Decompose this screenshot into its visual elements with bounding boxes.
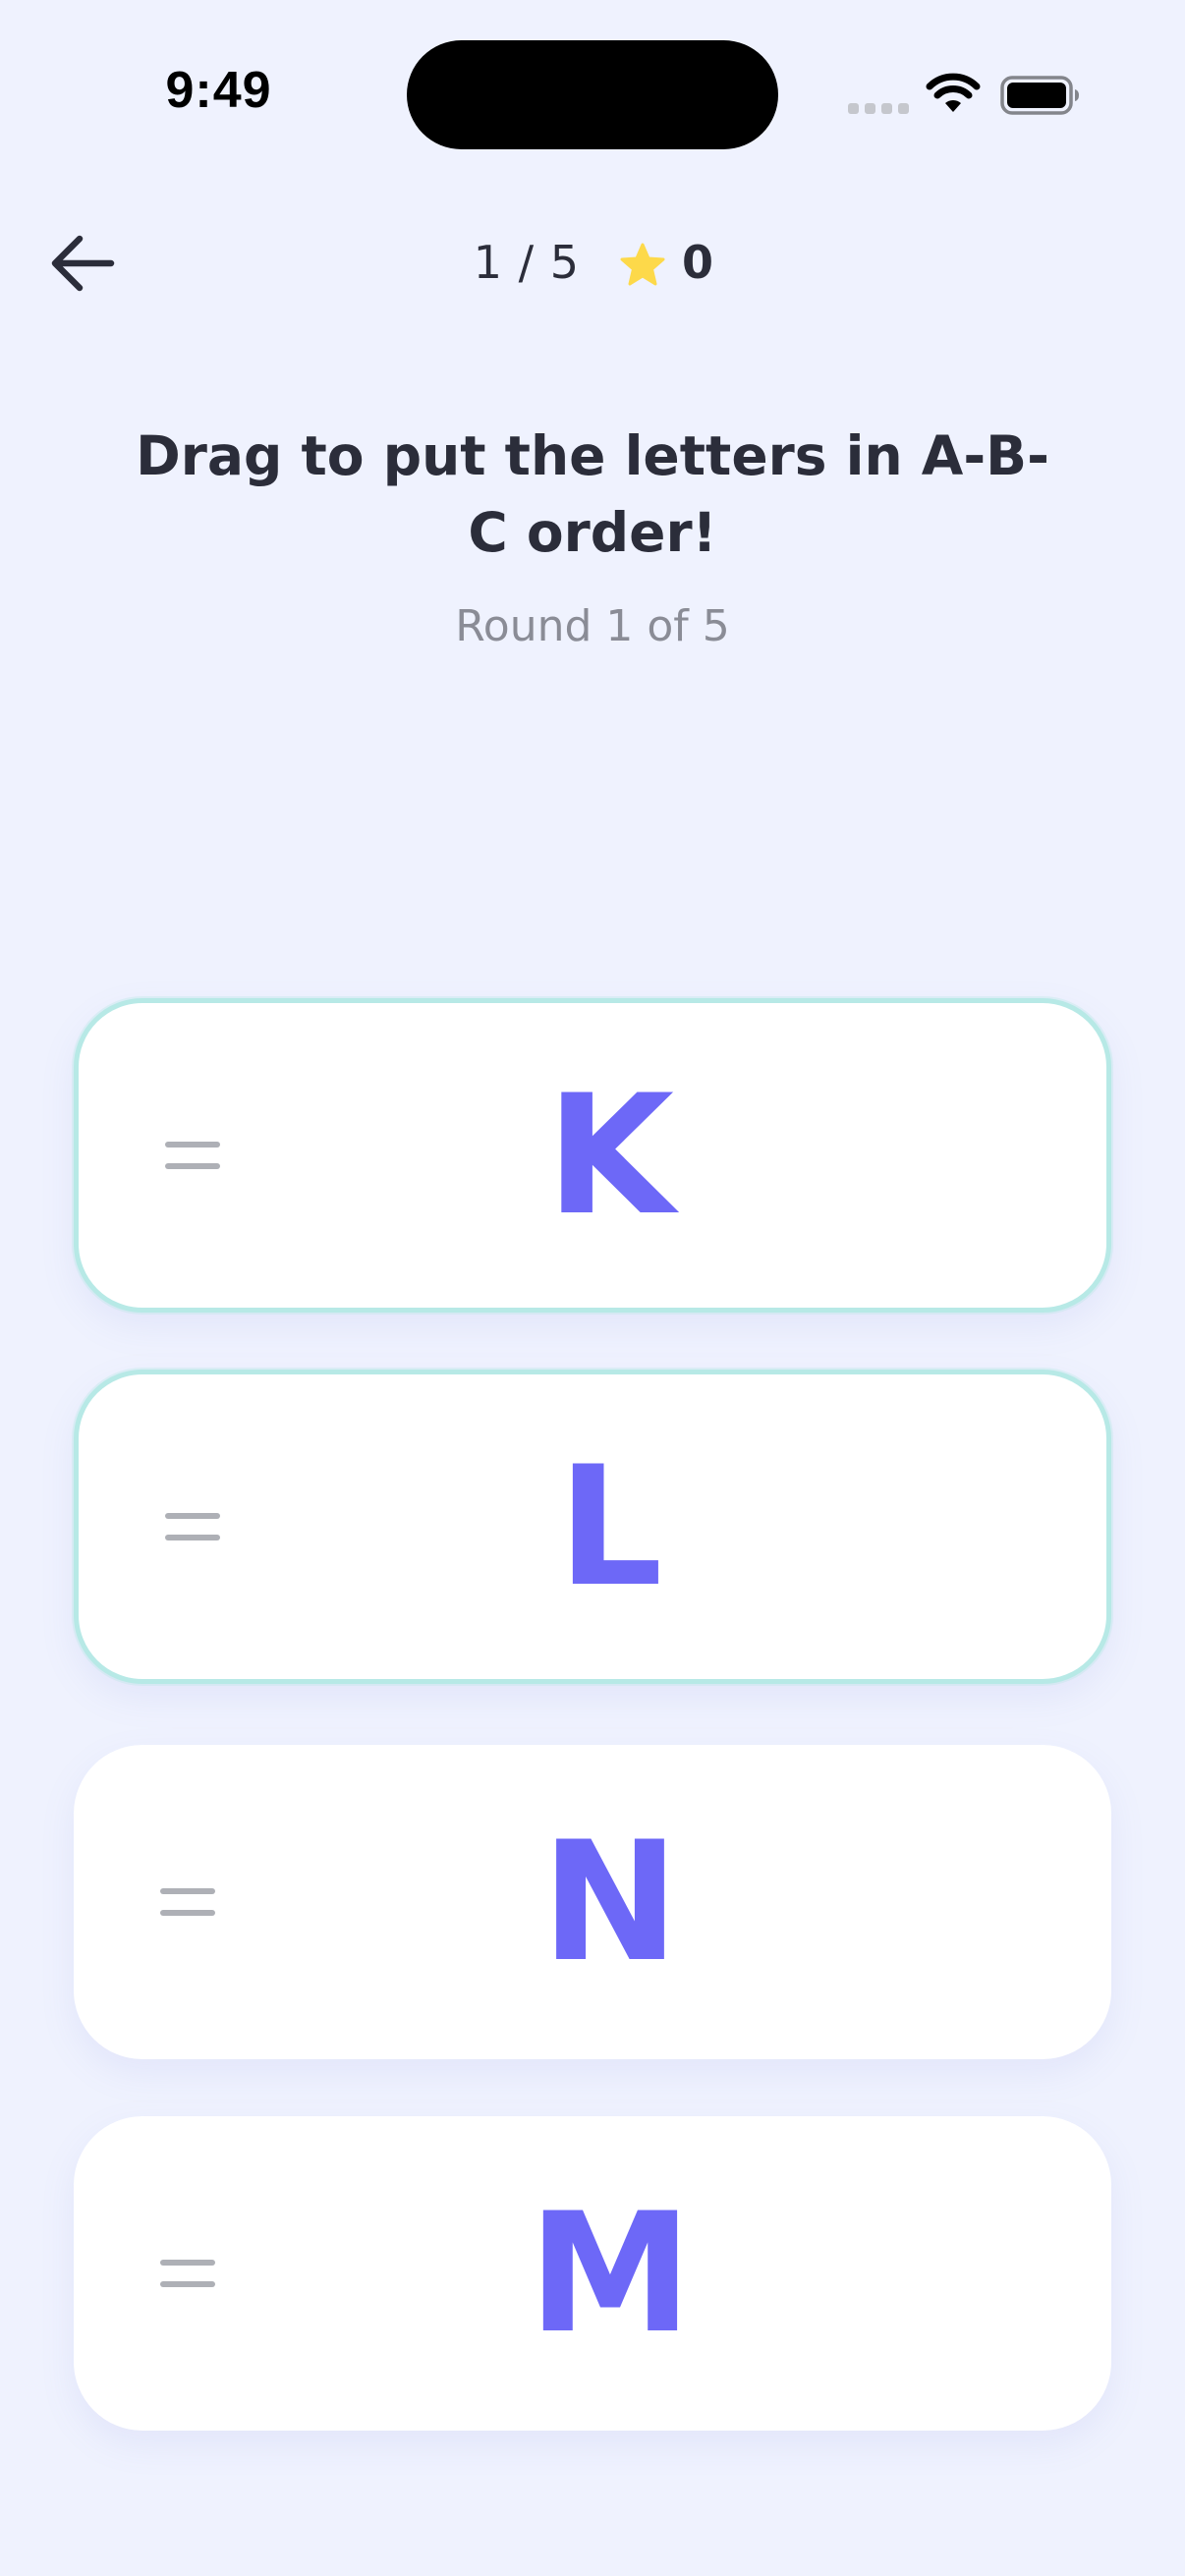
- arrow-left-icon: [51, 235, 115, 292]
- round-label: Round 1 of 5: [455, 601, 730, 651]
- dynamic-island: [407, 40, 778, 149]
- card-letter: M: [528, 2177, 693, 2370]
- score-value: 0: [682, 236, 714, 289]
- progress-counter: 1 / 5: [473, 236, 580, 289]
- instruction-title: Drag to put the letters in A-B-C order!: [136, 424, 1049, 564]
- battery-icon: [1000, 76, 1079, 115]
- status-time: 9:49: [165, 62, 272, 119]
- card-letter: L: [557, 1430, 663, 1623]
- cellular-signal-icon: [848, 103, 909, 114]
- star-icon: [620, 243, 665, 286]
- letter-card[interactable]: M: [74, 2116, 1111, 2431]
- status-bar: 9:49: [0, 0, 1185, 187]
- wifi-icon: [926, 73, 981, 112]
- card-letter: N: [540, 1806, 680, 1998]
- letter-card[interactable]: K: [74, 998, 1111, 1313]
- letter-card[interactable]: L: [74, 1370, 1111, 1684]
- card-letter: K: [545, 1059, 675, 1252]
- letter-card[interactable]: N: [74, 1745, 1111, 2059]
- back-button[interactable]: [41, 222, 124, 305]
